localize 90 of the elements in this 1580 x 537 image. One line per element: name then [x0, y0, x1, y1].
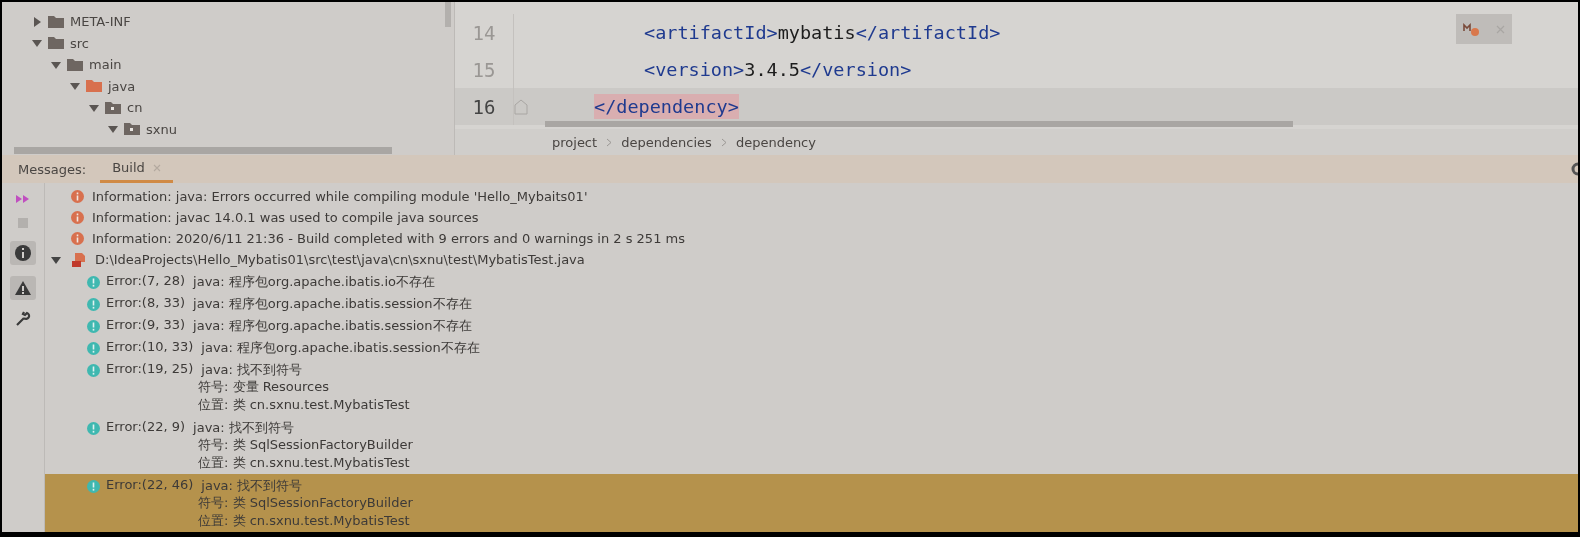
error-location: Error:(22, 46)	[106, 477, 194, 494]
expand-arrow-icon[interactable]	[32, 38, 42, 49]
error-detail: 位置: 类 cn.sxnu.test.MybatisTest	[197, 512, 411, 530]
maven-notification[interactable]	[1456, 14, 1512, 44]
error-message[interactable]: Error:(9, 33) java: 程序包org.apache.ibatis.session不存在	[45, 314, 1578, 336]
error-message[interactable]: Error:(8, 33) java: 程序包org.apache.ibatis.session不存在	[45, 292, 1578, 314]
expand-arrow-icon[interactable]	[51, 59, 61, 70]
code-token: 3.4.5	[744, 59, 800, 80]
expand-arrow-icon[interactable]	[89, 102, 99, 113]
error-message[interactable]: Error:(22, 46) java: 找不到符号 符号: 类 SqlSessionFactoryBuilder 位置: 类 cn.sxnu.test.MybatisTest	[45, 474, 1578, 532]
breadcrumb-item[interactable]: project	[552, 134, 598, 150]
scrollbar[interactable]	[445, 2, 451, 27]
error-detail: 位置: 类 cn.sxnu.test.MybatisTest	[197, 396, 410, 414]
error-message[interactable]: Error:(7, 28) java: 程序包org.apache.ibatis.io不存在	[45, 270, 1578, 292]
message-text[interactable]: Information: java: Errors occurred while compiling module 'Hello_Mybaits01'	[92, 189, 588, 204]
error-icon	[87, 480, 100, 493]
maven-icon	[1463, 21, 1482, 37]
error-location: Error:(10, 33)	[106, 339, 194, 356]
panel-label: Messages:	[18, 161, 87, 177]
line-number: 15	[471, 58, 497, 81]
code-token: <artifactId>	[644, 22, 778, 43]
chevron-icon	[720, 137, 727, 147]
error-text: java: 程序包org.apache.ibatis.io不存在	[193, 273, 435, 290]
error-detail: 符号: 类 SqlSessionFactoryBuilder	[197, 436, 413, 454]
line-number: 14	[471, 21, 497, 44]
error-message[interactable]: Error:(19, 25) java: 找不到符号 符号: 变量 Resources 位置: 类 cn.sxnu.test.MybatisTest	[45, 358, 1578, 416]
error-location: Error:(7, 28)	[106, 273, 186, 290]
error-text: java: 程序包org.apache.ibatis.session不存在	[201, 339, 480, 356]
wrench-icon[interactable]	[15, 311, 31, 327]
code-token: </dependency>	[594, 94, 739, 119]
tree-item[interactable]: src	[70, 35, 89, 51]
error-location: Error:(19, 25)	[106, 361, 194, 378]
breadcrumb-item[interactable]: dependency	[735, 134, 816, 150]
line-number: 16	[471, 95, 497, 118]
info-filter-button[interactable]	[10, 241, 36, 265]
error-icon	[87, 422, 100, 435]
error-icon	[87, 342, 100, 355]
error-text: java: 找不到符号	[201, 477, 303, 494]
scrollbar[interactable]	[545, 121, 1293, 128]
error-detail: 符号: 变量 Resources	[197, 378, 331, 396]
error-detail: 符号: 类 SqlSessionFactoryBuilder	[197, 494, 413, 512]
folder-icon	[48, 15, 64, 28]
scrollbar[interactable]	[14, 147, 392, 155]
error-text: java: 程序包org.apache.ibatis.session不存在	[193, 317, 472, 334]
expand-arrow-icon[interactable]	[108, 124, 118, 135]
error-icon	[87, 298, 100, 311]
error-icon	[87, 276, 100, 289]
error-location: Error:(9, 33)	[106, 317, 186, 334]
message-text[interactable]: Information: 2020/6/11 21:36 - Build completed with 9 errors and 0 warnings in 2 s 251 ms	[92, 231, 685, 246]
code-token: mybatis	[777, 22, 856, 43]
folder-icon	[48, 37, 64, 50]
info-icon	[71, 232, 84, 245]
collapse-arrow-icon[interactable]	[32, 16, 42, 27]
tree-item[interactable]: main	[89, 57, 122, 73]
fold-marker-icon	[514, 98, 528, 115]
error-text: java: 找不到符号	[201, 361, 303, 378]
error-icon	[87, 320, 100, 333]
chevron-icon	[606, 137, 613, 147]
info-icon	[14, 244, 32, 262]
code-token: </version>	[799, 59, 912, 80]
breadcrumb-item[interactable]: dependencies	[621, 134, 712, 150]
java-file-icon	[71, 251, 87, 268]
error-location: Error:(22, 9)	[106, 419, 186, 436]
error-detail: 位置: 类 cn.sxnu.test.MybatisTest	[197, 454, 411, 472]
code-token: <version>	[644, 59, 745, 80]
tab[interactable]: Build	[100, 155, 173, 183]
error-message[interactable]: Error:(22, 9) java: 找不到符号 符号: 类 SqlSessionFactoryBuilder 位置: 类 cn.sxnu.test.MybatisTest	[45, 416, 1578, 474]
error-icon	[87, 364, 100, 377]
error-message[interactable]: Error:(10, 33) java: 程序包org.apache.ibatis.session不存在	[45, 336, 1578, 358]
folder-icon	[124, 123, 140, 136]
error-location: Error:(8, 33)	[106, 295, 186, 312]
rerun-icon[interactable]	[15, 193, 31, 205]
folder-icon	[67, 58, 83, 71]
folder-icon	[105, 101, 121, 114]
expand-arrow-icon[interactable]	[51, 254, 63, 265]
tree-item[interactable]: cn	[127, 100, 143, 116]
file-path[interactable]: D:\IdeaProjects\Hello_Mybatis01\src\test\java\cn\sxnu\test\MybatisTest.java	[95, 252, 585, 267]
code-token: </artifactId>	[855, 22, 1001, 43]
info-icon	[71, 190, 84, 203]
tree-item[interactable]: sxnu	[146, 121, 177, 137]
expand-arrow-icon[interactable]	[70, 81, 80, 92]
message-text[interactable]: Information: javac 14.0.1 was used to compile java sources	[92, 210, 479, 225]
error-text: java: 找不到符号	[193, 419, 294, 436]
warning-filter-button[interactable]	[10, 276, 36, 300]
tree-item[interactable]: META-INF	[70, 14, 131, 30]
tree-item[interactable]: java	[108, 78, 136, 94]
folder-icon	[86, 80, 102, 93]
error-text: java: 程序包org.apache.ibatis.session不存在	[193, 295, 472, 312]
warning-icon	[14, 280, 32, 296]
info-icon	[71, 211, 84, 224]
